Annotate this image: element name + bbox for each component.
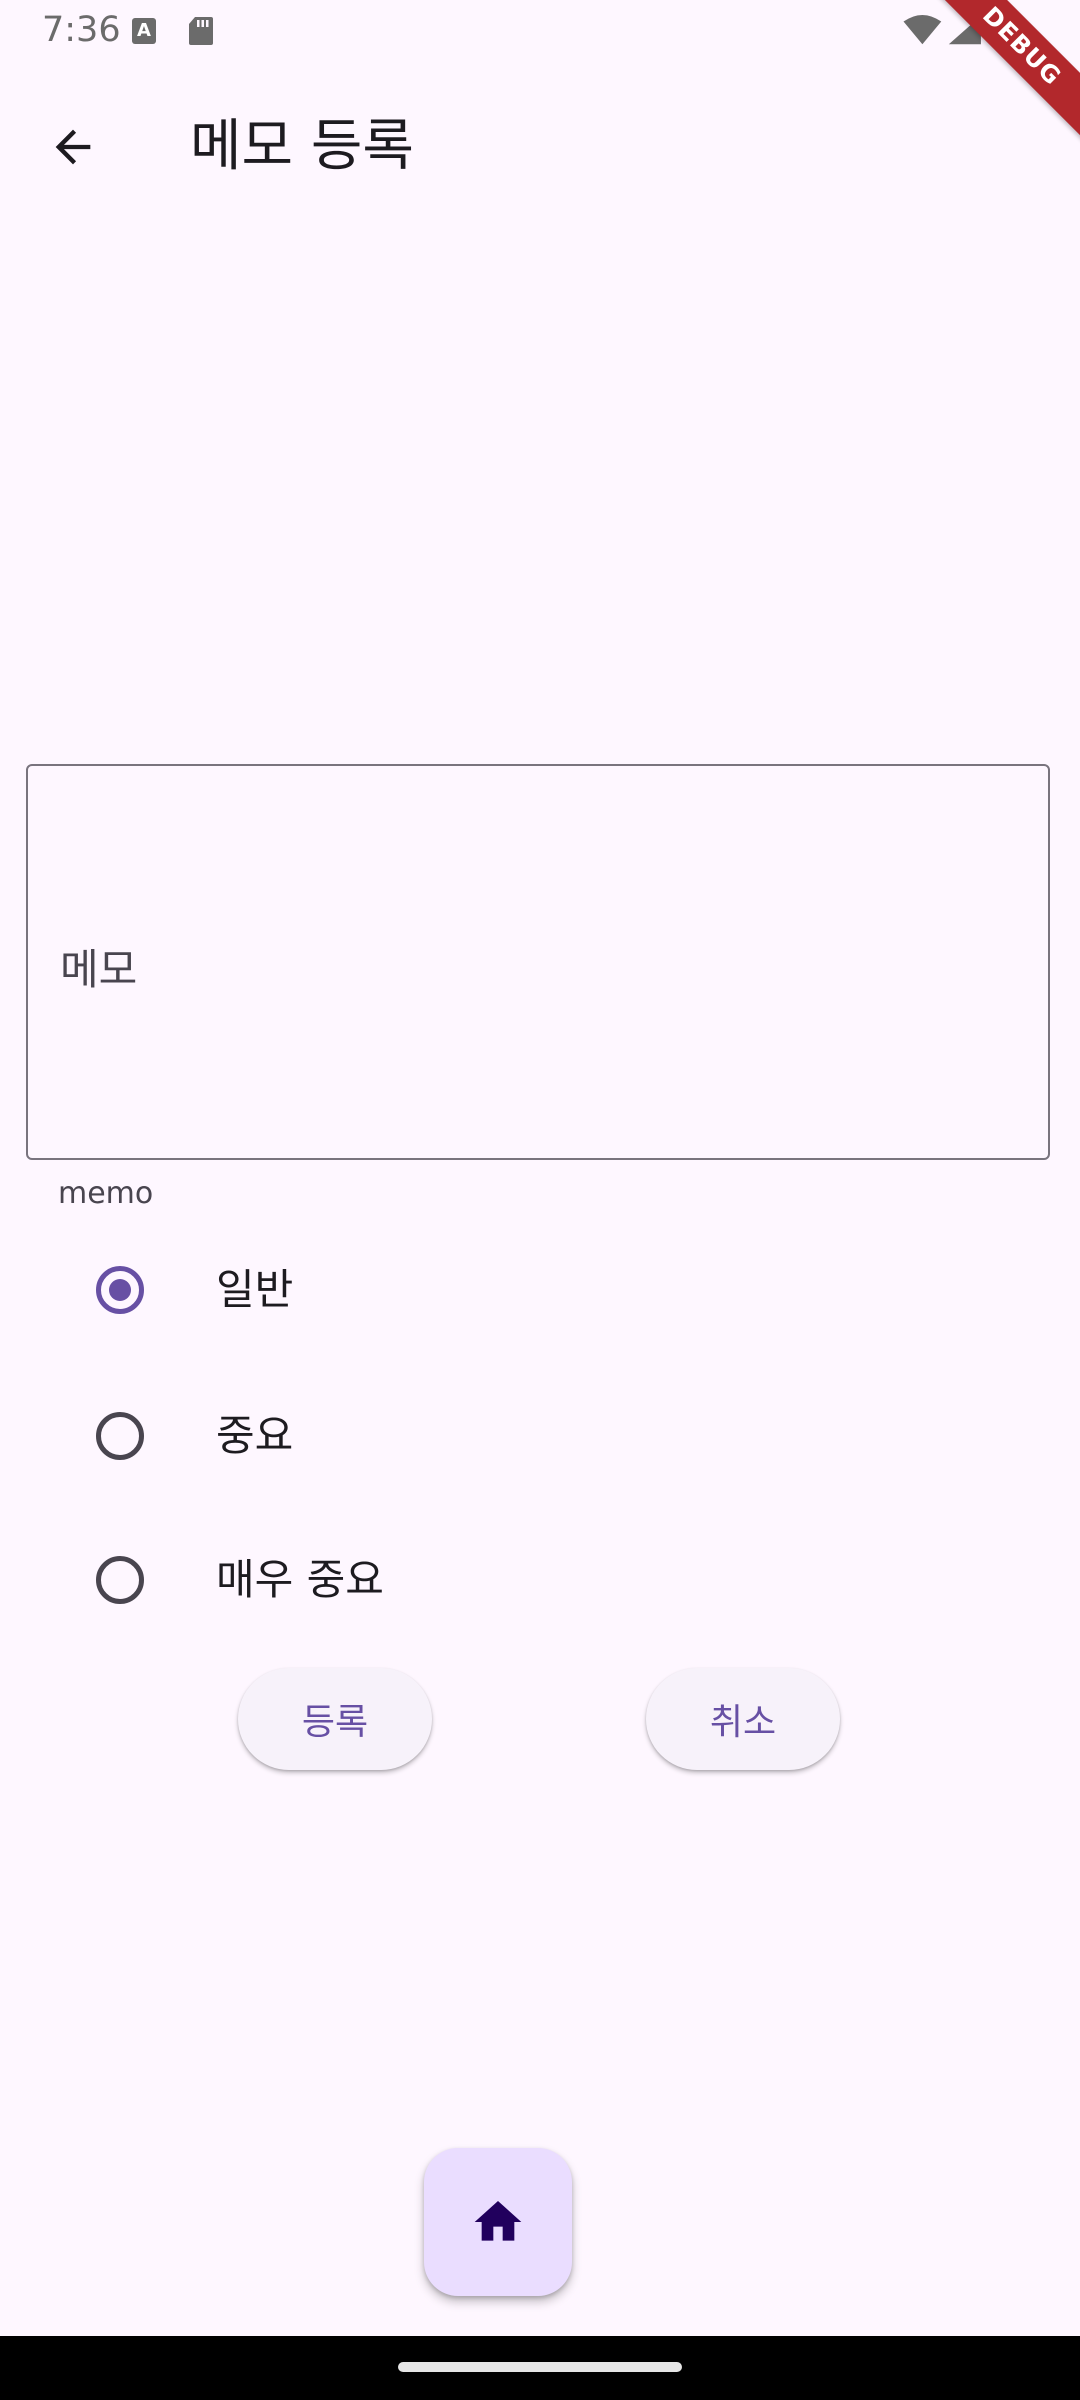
a-notification-icon: A — [132, 18, 156, 44]
cancel-button[interactable]: 취소 — [646, 1668, 840, 1770]
back-button[interactable] — [28, 102, 118, 192]
radio-option-normal[interactable]: 일반 — [0, 1230, 1080, 1350]
radio-label: 일반 — [216, 1265, 294, 1314]
system-nav-bar — [0, 2336, 1080, 2400]
radio-selected-icon[interactable] — [96, 1266, 144, 1314]
memo-placeholder: 메모 — [60, 945, 138, 994]
gesture-handle[interactable] — [398, 2362, 682, 2372]
radio-option-very-important[interactable]: 매우 중요 — [0, 1520, 1080, 1640]
radio-label: 매우 중요 — [216, 1555, 384, 1604]
home-fab-button[interactable] — [424, 2148, 572, 2296]
submit-button[interactable]: 등록 — [238, 1668, 432, 1770]
memo-register-screen: 7:36 A DEBUG 메모 등록 메모 memo 일반 중요 매우 중요 등… — [0, 0, 1080, 2400]
home-icon — [474, 2201, 522, 2241]
app-bar: 메모 등록 — [0, 62, 1080, 212]
wifi-icon — [903, 14, 942, 45]
memo-input[interactable]: 메모 — [26, 764, 1050, 1160]
radio-label: 중요 — [216, 1411, 294, 1460]
arrow-back-icon — [55, 129, 91, 165]
sd-card-icon — [189, 17, 213, 45]
status-bar: 7:36 A — [0, 0, 1080, 62]
status-time: 7:36 — [42, 10, 121, 50]
memo-helper-text: memo — [58, 1176, 154, 1211]
page-title: 메모 등록 — [190, 114, 414, 179]
radio-unselected-icon[interactable] — [96, 1412, 144, 1460]
radio-option-important[interactable]: 중요 — [0, 1376, 1080, 1496]
radio-unselected-icon[interactable] — [96, 1556, 144, 1604]
